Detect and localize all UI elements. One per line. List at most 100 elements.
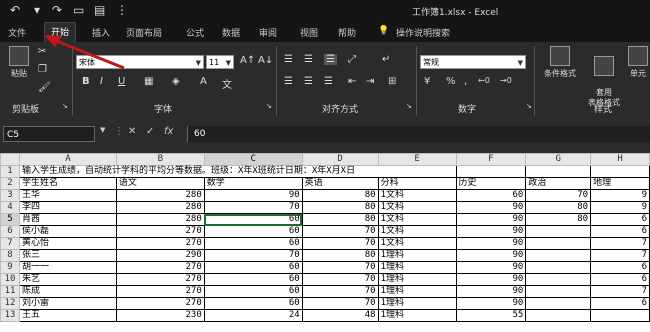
tab-review[interactable]: 审阅 xyxy=(259,26,277,39)
fill-color-icon[interactable]: ◈ xyxy=(172,76,180,87)
cell[interactable]: 290 xyxy=(115,249,205,262)
row-header[interactable]: 11 xyxy=(0,285,20,298)
cell[interactable]: 90 xyxy=(455,285,527,298)
cell[interactable]: 270 xyxy=(115,285,205,298)
tab-formulas[interactable]: 公式 xyxy=(186,26,204,39)
align-middle-icon[interactable]: ☰ xyxy=(304,54,313,65)
row-header[interactable]: 10 xyxy=(0,273,20,286)
cell[interactable]: 60 xyxy=(203,285,303,298)
cell[interactable]: 70 xyxy=(301,261,379,274)
worksheet-grid[interactable]: A B C D E F G H 1 输入学生成绩，自动统计学科的平均分等数据。班… xyxy=(0,153,650,332)
bold-button[interactable]: B xyxy=(82,76,90,87)
cell-styles-button[interactable]: 单元 xyxy=(626,46,650,79)
cell[interactable]: 60 xyxy=(203,273,303,286)
cell[interactable]: 270 xyxy=(115,237,205,250)
cell[interactable] xyxy=(525,273,592,286)
cell[interactable]: 王五 xyxy=(18,309,117,322)
header-cell[interactable]: 英语 xyxy=(301,177,379,190)
copy-icon[interactable]: ❐ xyxy=(38,64,47,75)
wrap-text-icon[interactable]: ↵ xyxy=(382,54,390,65)
cell[interactable]: 80 xyxy=(301,189,379,202)
row-header[interactable]: 5 xyxy=(0,213,20,226)
namebox-chevron-icon[interactable]: ▼ xyxy=(100,126,105,134)
cell[interactable]: 70 xyxy=(301,285,379,298)
cell[interactable]: 24 xyxy=(203,309,303,322)
cell[interactable]: 陈成 xyxy=(18,285,117,298)
cell[interactable]: 90 xyxy=(455,213,527,226)
paste-button[interactable]: 粘贴 xyxy=(6,46,32,79)
row-header[interactable]: 1 xyxy=(0,165,20,178)
cell[interactable] xyxy=(590,165,650,178)
orientation-icon[interactable]: ⤢ xyxy=(348,54,356,65)
cell[interactable]: 1文科 xyxy=(377,225,457,238)
cell[interactable]: 270 xyxy=(115,261,205,274)
increase-font-icon[interactable]: A↑ xyxy=(240,55,255,66)
cell[interactable]: 70 xyxy=(301,225,379,238)
cell[interactable]: 胡一一 xyxy=(18,261,117,274)
cell[interactable]: 90 xyxy=(455,249,527,262)
col-header-a[interactable]: A xyxy=(18,153,117,166)
cell[interactable]: 70 xyxy=(203,201,303,214)
cell[interactable] xyxy=(525,297,592,310)
col-header-f[interactable]: F xyxy=(455,153,527,166)
cell[interactable]: 55 xyxy=(455,309,527,322)
autosave-icon[interactable]: ↶ xyxy=(10,3,20,17)
cell[interactable]: 230 xyxy=(115,309,205,322)
cell[interactable]: 1理科 xyxy=(377,297,457,310)
border-icon[interactable]: ▦ xyxy=(144,76,153,87)
cell[interactable] xyxy=(525,285,592,298)
col-header-e[interactable]: E xyxy=(377,153,457,166)
cell[interactable]: 90 xyxy=(455,273,527,286)
cell[interactable]: 黄心怡 xyxy=(18,237,117,250)
cell[interactable]: 90 xyxy=(455,297,527,310)
cell[interactable]: 6 xyxy=(590,225,650,238)
row-header[interactable]: 13 xyxy=(0,309,20,322)
insert-function-icon[interactable]: fx xyxy=(164,126,173,137)
cell[interactable]: 1理科 xyxy=(377,309,457,322)
cell[interactable]: 60 xyxy=(203,237,303,250)
cell[interactable] xyxy=(455,165,527,178)
cell[interactable]: 90 xyxy=(455,237,527,250)
select-all-corner[interactable] xyxy=(0,153,20,166)
comma-button[interactable]: , xyxy=(464,76,467,87)
number-launcher-icon[interactable]: ↘ xyxy=(526,102,532,110)
align-top-icon[interactable]: ☰ xyxy=(284,54,293,65)
cell[interactable]: 60 xyxy=(203,297,303,310)
cell[interactable]: 90 xyxy=(203,189,303,202)
cell[interactable]: 70 xyxy=(301,273,379,286)
accounting-format-icon[interactable]: ¥ xyxy=(424,76,430,87)
customize-toolbar-icon[interactable]: ⋮ xyxy=(116,3,128,17)
font-launcher-icon[interactable]: ↘ xyxy=(266,102,272,110)
cell[interactable]: 张三 xyxy=(18,249,117,262)
underline-button[interactable]: U xyxy=(118,76,125,87)
phonetic-icon[interactable]: 文 xyxy=(222,76,232,91)
cell[interactable]: 1理科 xyxy=(377,273,457,286)
cancel-icon[interactable]: ✕ xyxy=(128,126,136,137)
tab-page-layout[interactable]: 页面布局 xyxy=(126,26,162,39)
cell[interactable]: 90 xyxy=(455,201,527,214)
col-header-d[interactable]: D xyxy=(301,153,379,166)
cell[interactable]: 1文科 xyxy=(377,213,457,226)
merge-center-icon[interactable]: ⊞ xyxy=(388,76,396,87)
cell[interactable]: 6 xyxy=(590,273,650,286)
col-header-h[interactable]: H xyxy=(590,153,650,166)
cell[interactable]: 6 xyxy=(590,261,650,274)
cell[interactable]: 90 xyxy=(455,261,527,274)
cell[interactable]: 60 xyxy=(203,261,303,274)
cell[interactable]: 9 xyxy=(590,201,650,214)
clipboard-launcher-icon[interactable]: ↘ xyxy=(62,102,68,110)
cut-icon[interactable]: ✂ xyxy=(38,46,46,57)
cell[interactable] xyxy=(525,237,592,250)
format-painter-icon[interactable]: 🖌 xyxy=(38,82,51,93)
save-icon[interactable]: ▭ xyxy=(73,3,84,17)
cell[interactable]: 70 xyxy=(301,237,379,250)
col-header-g[interactable]: G xyxy=(525,153,592,166)
cell[interactable]: 60 xyxy=(203,225,303,238)
percent-button[interactable]: % xyxy=(446,76,456,87)
cell[interactable]: 朱艺 xyxy=(18,273,117,286)
align-right-icon[interactable]: ☰ xyxy=(324,76,333,87)
tab-insert[interactable]: 插入 xyxy=(92,26,110,39)
cell[interactable]: 60 xyxy=(455,189,527,202)
number-format-select[interactable]: 常规 ▼ xyxy=(420,55,526,69)
cell[interactable]: 270 xyxy=(115,273,205,286)
